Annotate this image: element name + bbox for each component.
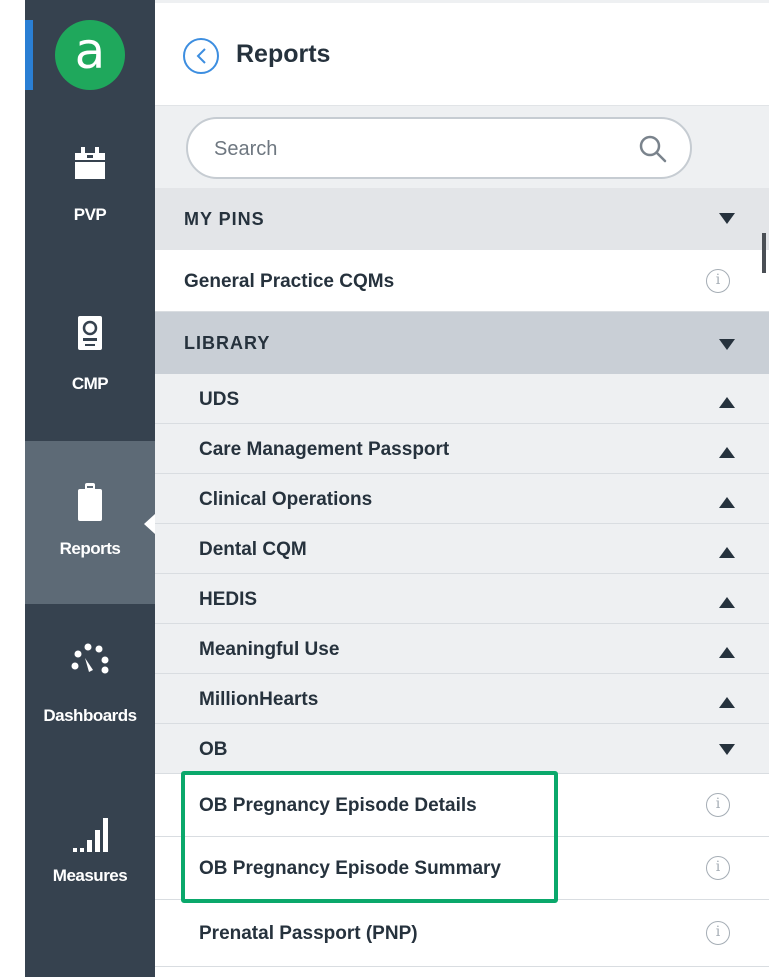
info-icon[interactable]: i — [706, 269, 730, 293]
category-label: Clinical Operations — [199, 489, 373, 510]
page-title: Reports — [236, 40, 331, 68]
category-label: UDS — [199, 389, 240, 410]
category-label: Meaningful Use — [199, 639, 340, 660]
report-row[interactable]: Prenatal Passport (PNP) i — [155, 900, 769, 967]
pinned-report-label: General Practice CQMs — [184, 271, 395, 292]
nav-label-pvp: PVP — [73, 205, 107, 224]
my-pins-label: MY PINS — [184, 209, 265, 229]
nav-item-reports[interactable]: Reports — [25, 441, 155, 604]
scrollbar-thumb[interactable] — [762, 233, 766, 273]
info-icon[interactable]: i — [706, 856, 730, 880]
library-category-meaningful-use[interactable]: Meaningful Use — [155, 624, 769, 674]
caret-up-icon — [719, 697, 735, 708]
library-category-dental-cqm[interactable]: Dental CQM — [155, 524, 769, 574]
nav-label-reports: Reports — [59, 539, 121, 558]
app-window: a PVP CMP Reports Dashboards Measures Re… — [0, 0, 769, 977]
rail-accent-bar — [25, 20, 33, 90]
library-label: LIBRARY — [184, 333, 271, 353]
library-category-clinical-operations[interactable]: Clinical Operations — [155, 474, 769, 524]
nav-item-dashboards[interactable]: Dashboards — [25, 630, 155, 730]
info-icon[interactable]: i — [706, 921, 730, 945]
report-row[interactable]: OB Pregnancy Episode Summary i — [155, 837, 769, 900]
category-label: MillionHearts — [199, 689, 319, 710]
library-category-ob[interactable]: OB — [155, 724, 769, 774]
passport-icon — [78, 316, 102, 350]
back-button[interactable] — [183, 38, 219, 74]
caret-up-icon — [719, 447, 735, 458]
nav-label-cmp: CMP — [71, 374, 109, 393]
nav-label-measures: Measures — [52, 866, 128, 885]
caret-up-icon — [719, 547, 735, 558]
library-category-care-management-passport[interactable]: Care Management Passport — [155, 424, 769, 474]
caret-up-icon — [719, 497, 735, 508]
caret-down-icon — [719, 213, 735, 224]
caret-up-icon — [719, 397, 735, 408]
report-label: OB Pregnancy Episode Summary — [199, 858, 501, 879]
gauge-icon — [71, 643, 109, 674]
my-pins-header[interactable]: MY PINS — [155, 188, 769, 250]
category-label: Care Management Passport — [199, 439, 450, 460]
search-icon[interactable] — [638, 134, 668, 164]
caret-up-icon — [719, 597, 735, 608]
category-label: Dental CQM — [199, 539, 307, 560]
chevron-left-icon — [196, 48, 206, 64]
library-category-hedis[interactable]: HEDIS — [155, 574, 769, 624]
nav-label-dashboards: Dashboards — [43, 706, 137, 725]
signal-bars-icon — [73, 818, 108, 852]
caret-down-icon — [719, 744, 735, 755]
search-input[interactable] — [214, 136, 594, 162]
library-category-uds[interactable]: UDS — [155, 374, 769, 424]
info-icon[interactable]: i — [706, 793, 730, 817]
pinned-report-row[interactable]: General Practice CQMs i — [155, 250, 769, 312]
library-category-millionhearts[interactable]: MillionHearts — [155, 674, 769, 724]
nav-item-measures[interactable]: Measures — [25, 800, 155, 900]
category-label: OB — [199, 739, 228, 760]
clipboard-icon — [78, 483, 102, 521]
report-label: OB Pregnancy Episode Details — [199, 795, 477, 816]
caret-down-icon — [719, 339, 735, 350]
nav-item-cmp[interactable]: CMP — [25, 300, 155, 400]
library-header[interactable]: LIBRARY — [155, 312, 769, 374]
caret-up-icon — [719, 647, 735, 658]
active-nav-indicator — [144, 514, 155, 534]
calendar-icon — [75, 147, 105, 179]
nav-item-pvp[interactable]: PVP — [25, 135, 155, 235]
report-row[interactable]: OB Pregnancy Episode Details i — [155, 774, 769, 837]
category-label: HEDIS — [199, 589, 258, 610]
app-logo[interactable]: a — [55, 20, 125, 90]
report-label: Prenatal Passport (PNP) — [199, 923, 418, 944]
